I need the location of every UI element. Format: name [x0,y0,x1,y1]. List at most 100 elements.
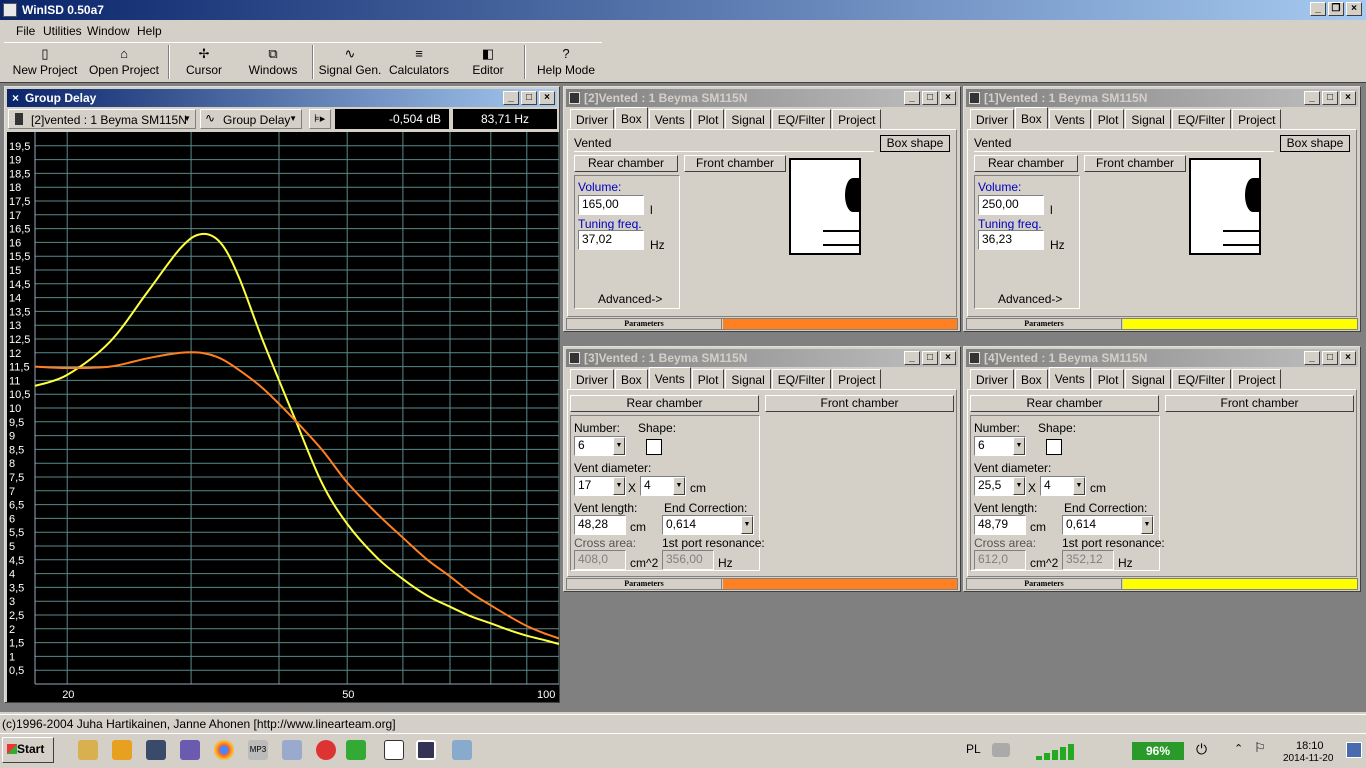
tab-driver[interactable]: Driver [570,109,614,129]
menu-utilities[interactable]: Utilities [43,24,82,38]
vent-diameter2-select[interactable]: 4 ▼ [1040,476,1086,496]
vent-diameter-select[interactable]: 25,5 ▼ [974,476,1026,496]
parameters-bar[interactable]: Parameters [966,318,1358,330]
box-shape-button[interactable]: Box shape [1280,135,1350,152]
show-desktop-icon[interactable] [1346,742,1362,758]
document-icon[interactable] [384,740,404,760]
tab-box[interactable]: Box [615,107,648,129]
tab-driver[interactable]: Driver [970,109,1014,129]
tab-project[interactable]: Project [1232,109,1282,129]
vent-number-select[interactable]: 6 ▼ [974,436,1026,456]
minimize-button[interactable]: _ [904,351,920,365]
explorer-icon[interactable] [78,740,98,760]
calculators-button[interactable]: ≡ Calculators [388,43,450,81]
tab-vents[interactable]: Vents [648,367,691,389]
tab-signal[interactable]: Signal [1125,369,1171,389]
minimize-button[interactable]: _ [503,91,519,105]
tab-box[interactable]: Box [1015,369,1048,389]
maximize-button[interactable]: □ [1322,91,1338,105]
volume-input[interactable]: 165,00 [578,195,644,215]
maximize-button[interactable]: □ [521,91,537,105]
tab-project[interactable]: Project [832,369,882,389]
advanced-link[interactable]: Advanced-> [998,292,1062,306]
minimize-button[interactable]: _ [1310,2,1326,16]
rear-chamber-button[interactable]: Rear chamber [970,395,1159,412]
close-button[interactable]: × [539,91,555,105]
vent-shape-box[interactable] [646,439,662,455]
close-button[interactable]: × [940,91,956,105]
tab-plot[interactable]: Plot [1091,109,1125,129]
app-icon[interactable] [452,740,472,760]
minimize-button[interactable]: _ [1304,351,1320,365]
parameters-bar[interactable]: Parameters [566,318,958,330]
tab-eq-filter[interactable]: EQ/Filter [771,369,832,389]
window-titlebar[interactable]: [3]Vented : 1 Beyma SM115N _ □ × [566,349,958,367]
maximize-button[interactable]: □ [1322,351,1338,365]
vent-diameter2-select[interactable]: 4 ▼ [640,476,686,496]
rear-chamber-button[interactable]: Rear chamber [574,155,678,172]
maximize-button[interactable]: □ [922,91,938,105]
export-button[interactable]: ⊧▸ [309,109,331,129]
signal-icon[interactable] [1036,742,1080,760]
tab-signal[interactable]: Signal [725,109,771,129]
open-project-button[interactable]: ⌂ Open Project [82,43,166,81]
vent-diameter-select[interactable]: 17 ▼ [574,476,626,496]
tuning-freq-input[interactable]: 37,02 [578,230,644,250]
advanced-link[interactable]: Advanced-> [598,292,662,306]
tab-driver[interactable]: Driver [970,369,1014,389]
tab-vents[interactable]: Vents [1048,367,1091,389]
signal-gen-button[interactable]: ∿ Signal Gen. [318,43,382,81]
front-chamber-button[interactable]: Front chamber [765,395,954,412]
tab-plot[interactable]: Plot [1091,369,1125,389]
tab-driver[interactable]: Driver [570,369,614,389]
front-chamber-button[interactable]: Front chamber [1165,395,1354,412]
menu-help[interactable]: Help [137,24,162,38]
tab-eq-filter[interactable]: EQ/Filter [1171,369,1232,389]
tab-eq-filter[interactable]: EQ/Filter [771,109,832,129]
parameters-bar[interactable]: Parameters [566,578,958,590]
parameters-bar[interactable]: Parameters [966,578,1358,590]
close-button[interactable]: × [1340,91,1356,105]
app-icon[interactable] [146,740,166,760]
tuning-freq-input[interactable]: 36,23 [978,230,1044,250]
rear-chamber-button[interactable]: Rear chamber [570,395,759,412]
project-select[interactable]: [2]vented : 1 Beyma SM115N ▼ [8,109,196,129]
tab-box[interactable]: Box [1015,107,1048,129]
vent-shape-box[interactable] [1046,439,1062,455]
window-titlebar[interactable]: [4]Vented : 1 Beyma SM115N _ □ × [966,349,1358,367]
tab-signal[interactable]: Signal [725,369,771,389]
start-button[interactable]: Start [2,737,54,763]
clock-date[interactable]: 2014-11-20 [1283,753,1333,764]
show-hidden-icons-icon[interactable]: ⌃ [1234,742,1243,755]
editor-button[interactable]: ◧ Editor [464,43,512,81]
app-icon[interactable] [180,740,200,760]
plot-type-select[interactable]: ∿ Group Delay ▼ [200,109,302,129]
power-plug-icon[interactable]: ⏻ [1196,741,1207,758]
tab-plot[interactable]: Plot [691,369,725,389]
maximize-button[interactable]: □ [922,351,938,365]
chrome-icon[interactable] [214,740,234,760]
itunes-icon[interactable] [316,740,336,760]
minimize-button[interactable]: _ [1304,91,1320,105]
front-chamber-button[interactable]: Front chamber [1084,155,1186,172]
window-menu-icon[interactable]: × [12,89,19,107]
tab-vents[interactable]: Vents [648,109,691,129]
action-center-flag-icon[interactable]: ⚐ [1254,740,1266,756]
vent-number-select[interactable]: 6 ▼ [574,436,626,456]
volume-input[interactable]: 250,00 [978,195,1044,215]
tab-signal[interactable]: Signal [1125,109,1171,129]
menu-file[interactable]: File [16,24,35,38]
close-button[interactable]: × [1340,351,1356,365]
close-button[interactable]: × [940,351,956,365]
cursor-button[interactable]: ✢ Cursor [176,43,232,81]
mp3-icon[interactable]: MP3 [248,740,268,760]
tab-project[interactable]: Project [832,109,882,129]
end-correction-select[interactable]: 0,614 ▼ [662,515,754,535]
front-chamber-button[interactable]: Front chamber [684,155,786,172]
clock-time[interactable]: 18:10 [1296,740,1324,752]
rear-chamber-button[interactable]: Rear chamber [974,155,1078,172]
app-icon[interactable] [282,740,302,760]
menu-window[interactable]: Window [87,24,130,38]
winisd-taskbar-icon[interactable] [416,740,436,760]
vent-length-input[interactable]: 48,79 [974,515,1026,535]
